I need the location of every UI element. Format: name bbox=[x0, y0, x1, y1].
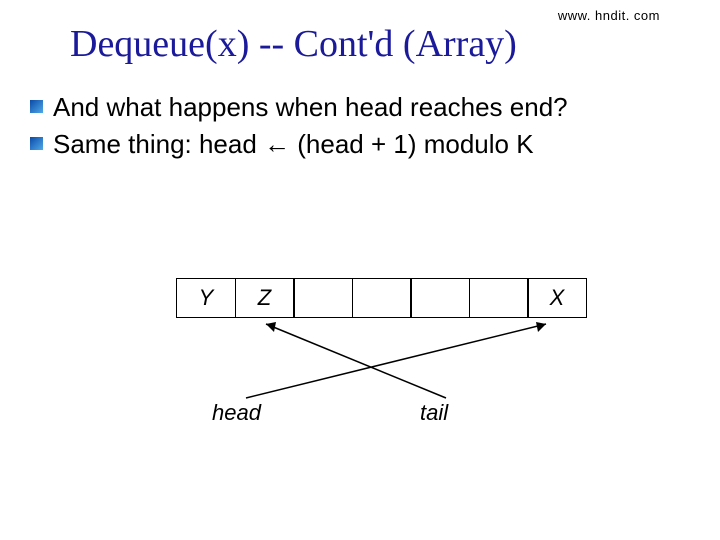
array-cell bbox=[410, 278, 470, 318]
slide-title: Dequeue(x) -- Cont'd (Array) bbox=[70, 22, 517, 66]
bullet-item: And what happens when head reaches end? bbox=[30, 92, 716, 123]
array-cell bbox=[352, 278, 412, 318]
array-cell: X bbox=[527, 278, 587, 318]
site-url: www. hndit. com bbox=[558, 8, 660, 23]
bullet-item: Same thing: head ← (head + 1) modulo K bbox=[30, 129, 716, 160]
array-cell: Z bbox=[235, 278, 295, 318]
array-cell: Y bbox=[176, 278, 236, 318]
head-label: head bbox=[212, 400, 261, 426]
bullet-text: And what happens when head reaches end? bbox=[53, 92, 568, 123]
bullet-icon bbox=[30, 100, 43, 113]
array-cell bbox=[469, 278, 529, 318]
array-row: Y Z X bbox=[176, 278, 587, 318]
bullet-text: Same thing: head ← (head + 1) modulo K bbox=[53, 129, 534, 160]
bullet-icon bbox=[30, 137, 43, 150]
bullet-list: And what happens when head reaches end? … bbox=[30, 92, 716, 166]
tail-label: tail bbox=[420, 400, 448, 426]
pointer-arrows bbox=[176, 318, 582, 400]
array-cell bbox=[293, 278, 353, 318]
